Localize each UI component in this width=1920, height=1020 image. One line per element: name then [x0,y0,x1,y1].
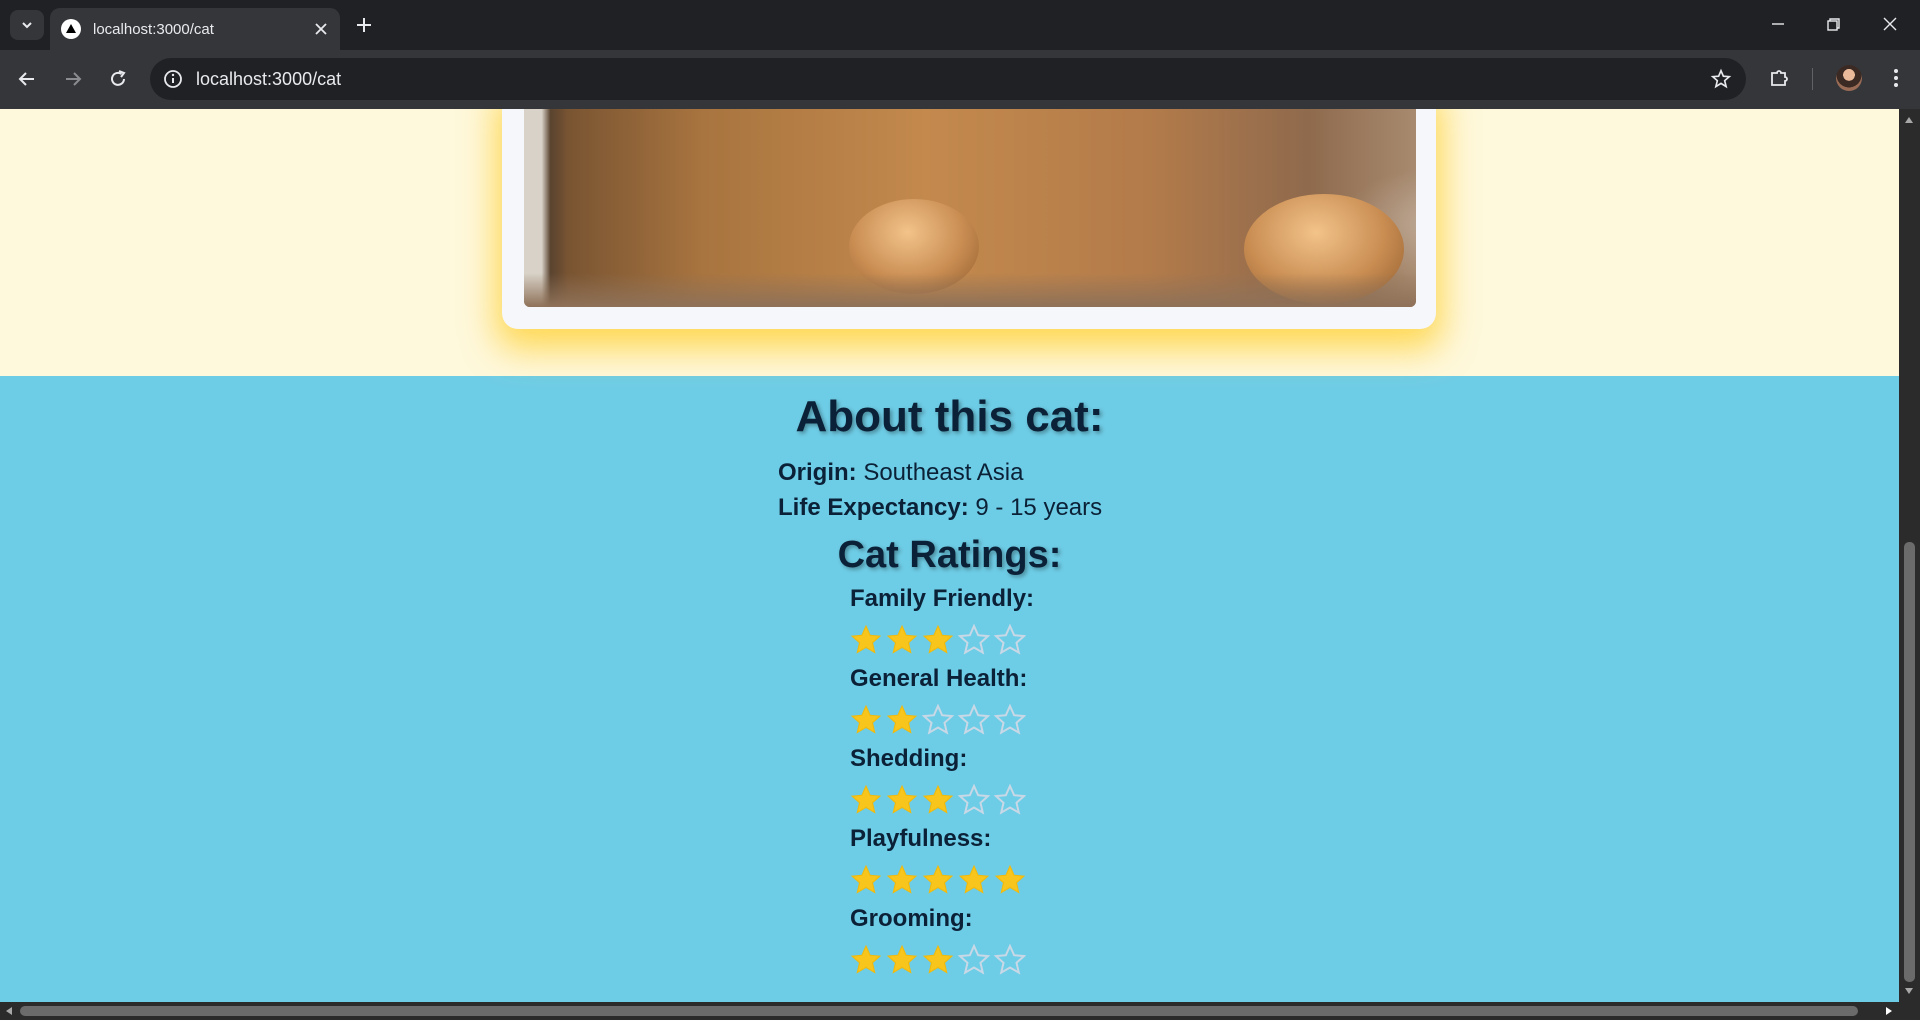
about-title: About this cat: [795,392,1104,441]
close-window-icon[interactable] [1878,12,1902,36]
tab-strip: localhost:3000/cat [0,0,1920,50]
address-bar[interactable]: localhost:3000/cat [150,58,1746,100]
tab-title: localhost:3000/cat [93,20,214,38]
star-filled-icon [922,944,954,974]
rating-shedding: Shedding: [850,742,1026,816]
toolbar-divider [1812,68,1813,90]
star-rating [850,624,1034,656]
star-rating [850,944,1026,976]
star-filled-icon [886,704,918,734]
ratings-title: Cat Ratings: [837,534,1062,576]
star-filled-icon [850,864,882,894]
star-filled-icon [850,944,882,974]
rating-label: Grooming: [850,905,973,932]
rating-playfulness: Playfulness: [850,822,1026,896]
kebab-menu-icon[interactable] [1884,66,1908,90]
active-tab[interactable]: localhost:3000/cat [50,8,340,50]
star-filled-icon [994,864,1026,894]
rating-general-health: General Health: [850,662,1027,736]
reload-icon[interactable] [106,67,130,91]
page-viewport: About this cat: Origin: Southeast Asia L… [0,109,1899,1002]
star-empty-icon [994,704,1026,735]
rating-label: Shedding: [850,745,968,772]
star-filled-icon [886,624,918,654]
star-filled-icon [886,944,918,974]
scroll-up-arrow-icon[interactable] [1905,117,1913,123]
star-rating [850,704,1027,736]
star-filled-icon [922,624,954,654]
browser-toolbar: localhost:3000/cat [0,50,1920,109]
star-rating [850,784,1026,816]
rating-label: Family Friendly: [850,585,1035,612]
star-rating [850,864,1026,896]
life-expectancy-label: Life Expectancy: [778,494,969,521]
star-filled-icon [922,864,954,894]
star-filled-icon [850,784,882,814]
star-filled-icon [886,784,918,814]
rating-label: General Health: [850,665,1028,692]
cat-photo-card [502,109,1436,329]
rating-label: Playfulness: [850,825,992,852]
star-filled-icon [958,864,990,894]
scroll-right-arrow-icon[interactable] [1886,1007,1892,1015]
star-empty-icon [958,784,990,815]
origin-label: Origin: [778,459,857,486]
star-filled-icon [850,624,882,654]
tab-search-icon[interactable] [10,10,44,40]
star-filled-icon [922,784,954,814]
origin-row: Origin: Southeast Asia [778,459,1023,487]
star-empty-icon [958,624,990,655]
info-icon[interactable] [162,68,184,90]
close-icon[interactable] [314,22,328,36]
vertical-scroll-thumb[interactable] [1904,542,1915,982]
star-empty-icon [958,944,990,975]
horizontal-scroll-thumb[interactable] [20,1006,1858,1016]
star-filled-icon [886,864,918,894]
star-empty-icon [994,944,1026,975]
life-expectancy-value: 9 - 15 years [975,494,1103,521]
vertical-scrollbar[interactable] [1899,109,1920,1002]
horizontal-scrollbar[interactable] [0,1002,1920,1020]
hero-section [0,109,1899,376]
restore-icon[interactable] [1821,12,1845,36]
plus-icon[interactable] [352,13,376,37]
url-text[interactable]: localhost:3000/cat [196,69,341,90]
star-empty-icon [994,624,1026,655]
origin-value: Southeast Asia [863,459,1024,486]
scroll-down-arrow-icon[interactable] [1905,988,1913,994]
scroll-left-arrow-icon[interactable] [6,1007,12,1015]
extensions-puzzle-icon[interactable] [1768,66,1792,90]
star-filled-icon [850,704,882,734]
back-arrow-icon[interactable] [15,67,39,91]
star-empty-icon [994,784,1026,815]
forward-arrow-icon[interactable] [61,67,85,91]
star-empty-icon [958,704,990,735]
avatar[interactable] [1836,65,1862,91]
star-empty-icon [922,704,954,735]
life-expectancy-row: Life Expectancy: 9 - 15 years [778,494,1102,522]
rating-family-friendly: Family Friendly: [850,582,1034,656]
vercel-favicon-icon [61,19,81,39]
cat-photo [524,109,1416,307]
star-bookmark-icon[interactable] [1710,68,1732,90]
minimize-icon[interactable] [1766,12,1790,36]
rating-grooming: Grooming: [850,902,1026,976]
